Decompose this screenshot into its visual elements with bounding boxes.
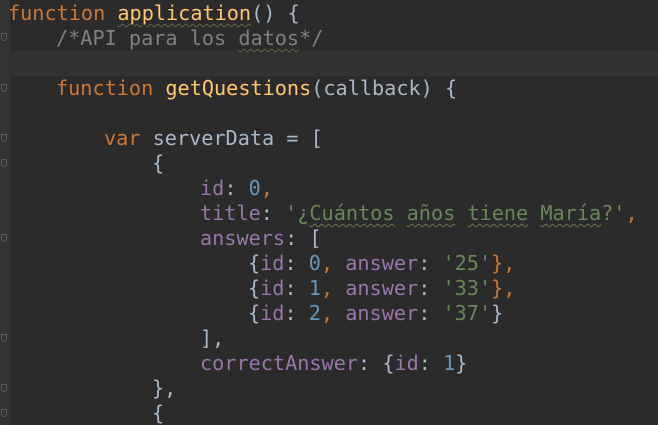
fold-marker-icon[interactable] <box>1 84 7 92</box>
code-text: { <box>152 151 165 175</box>
code-line-14[interactable]: ], <box>200 326 224 351</box>
string-literal <box>528 201 540 225</box>
code-editor[interactable]: function application() { /*API para los … <box>0 0 658 425</box>
code-text: }, <box>491 276 516 300</box>
string-literal <box>394 201 406 225</box>
string-typo-word: tiene <box>467 201 529 225</box>
string-literal: ?' <box>601 201 626 225</box>
property-name: id <box>260 276 285 300</box>
property-name: title <box>200 201 261 225</box>
code-text: }, <box>491 251 516 275</box>
code-line-7[interactable]: { <box>152 151 164 176</box>
fold-marker-icon[interactable] <box>1 134 7 142</box>
code-text: { <box>152 401 165 425</box>
current-line-highlight <box>0 51 658 76</box>
code-text: () { <box>251 1 300 25</box>
string-literal <box>455 201 467 225</box>
fold-marker-icon[interactable] <box>1 234 7 242</box>
function-name: getQuestions <box>165 76 312 100</box>
code-line-1[interactable]: function application() { <box>8 1 300 26</box>
fold-marker-icon[interactable] <box>1 334 7 342</box>
code-line-9[interactable]: title: '¿Cuántos años tiene María?', <box>200 201 638 226</box>
string-literal: '37' <box>442 301 492 325</box>
keyword-var: var <box>104 126 141 150</box>
function-name: application <box>117 1 252 25</box>
number-literal: 0 <box>308 251 321 275</box>
code-line-13[interactable]: {id: 2, answer: '37'} <box>248 301 503 326</box>
property-name: id <box>260 301 285 325</box>
property-name: id <box>260 251 285 275</box>
property-name: answers <box>200 226 286 250</box>
property-name: answer <box>345 276 419 300</box>
fold-marker-icon[interactable] <box>1 33 7 41</box>
comment-text: /*API para los <box>56 26 239 50</box>
code-text: { <box>248 301 261 325</box>
code-text: : [ <box>285 226 322 250</box>
code-text: : <box>284 251 309 275</box>
comma: , <box>625 201 638 225</box>
code-text: (callback) { <box>311 76 458 100</box>
code-text: }, <box>152 376 177 400</box>
string-typo-word: años <box>406 201 456 225</box>
number-literal: 1 <box>308 276 321 300</box>
property-name: answer <box>345 301 419 325</box>
comment-text: */ <box>299 26 324 50</box>
code-text: } <box>455 351 468 375</box>
code-text: : <box>418 251 443 275</box>
code-line-4[interactable]: function getQuestions(callback) { <box>56 76 457 101</box>
property-name: id <box>394 351 419 375</box>
keyword-function: function <box>56 76 154 100</box>
comma: , <box>260 176 273 200</box>
code-line-6[interactable]: var serverData = [ <box>104 126 323 151</box>
property-name: answer <box>345 251 419 275</box>
string-literal: '33' <box>442 276 492 300</box>
number-literal: 2 <box>308 301 321 325</box>
comma: , <box>320 251 346 275</box>
comma: , <box>320 276 346 300</box>
code-line-17[interactable]: { <box>152 401 164 425</box>
string-literal: '25' <box>442 251 492 275</box>
code-text: : <box>418 276 443 300</box>
code-text: { <box>248 251 261 275</box>
number-literal: 1 <box>443 351 456 375</box>
code-text: { <box>248 276 261 300</box>
number-literal: 0 <box>248 176 261 200</box>
code-text: : <box>260 201 286 225</box>
editor-gutter <box>0 0 10 425</box>
code-text: : <box>284 276 309 300</box>
code-line-15[interactable]: correctAnswer: {id: 1} <box>200 351 467 376</box>
code-text: : { <box>358 351 395 375</box>
code-text: : <box>224 176 249 200</box>
code-line-16[interactable]: }, <box>152 376 176 401</box>
code-line-12[interactable]: {id: 1, answer: '33'}, <box>248 276 515 301</box>
comma: , <box>320 301 346 325</box>
fold-marker-icon[interactable] <box>1 409 7 417</box>
code-line-10[interactable]: answers: [ <box>200 226 322 251</box>
code-text: serverData = [ <box>140 126 323 150</box>
code-text: ], <box>200 326 225 350</box>
property-name: correctAnswer <box>200 351 359 375</box>
string-typo-word: María <box>540 201 602 225</box>
keyword-function: function <box>8 1 106 25</box>
comment-typo-word: datos <box>238 26 300 50</box>
code-text: : <box>284 301 309 325</box>
code-text: : <box>418 301 443 325</box>
code-line-8[interactable]: id: 0, <box>200 176 273 201</box>
code-text: } <box>491 301 504 325</box>
fold-marker-icon[interactable] <box>1 159 7 167</box>
string-typo-word: Cuántos <box>309 201 395 225</box>
fold-marker-icon[interactable] <box>1 384 7 392</box>
string-literal: '¿ <box>285 201 310 225</box>
property-name: id <box>200 176 225 200</box>
code-line-2[interactable]: /*API para los datos*/ <box>56 26 323 51</box>
code-line-11[interactable]: {id: 0, answer: '25'}, <box>248 251 515 276</box>
code-text: : <box>418 351 444 375</box>
